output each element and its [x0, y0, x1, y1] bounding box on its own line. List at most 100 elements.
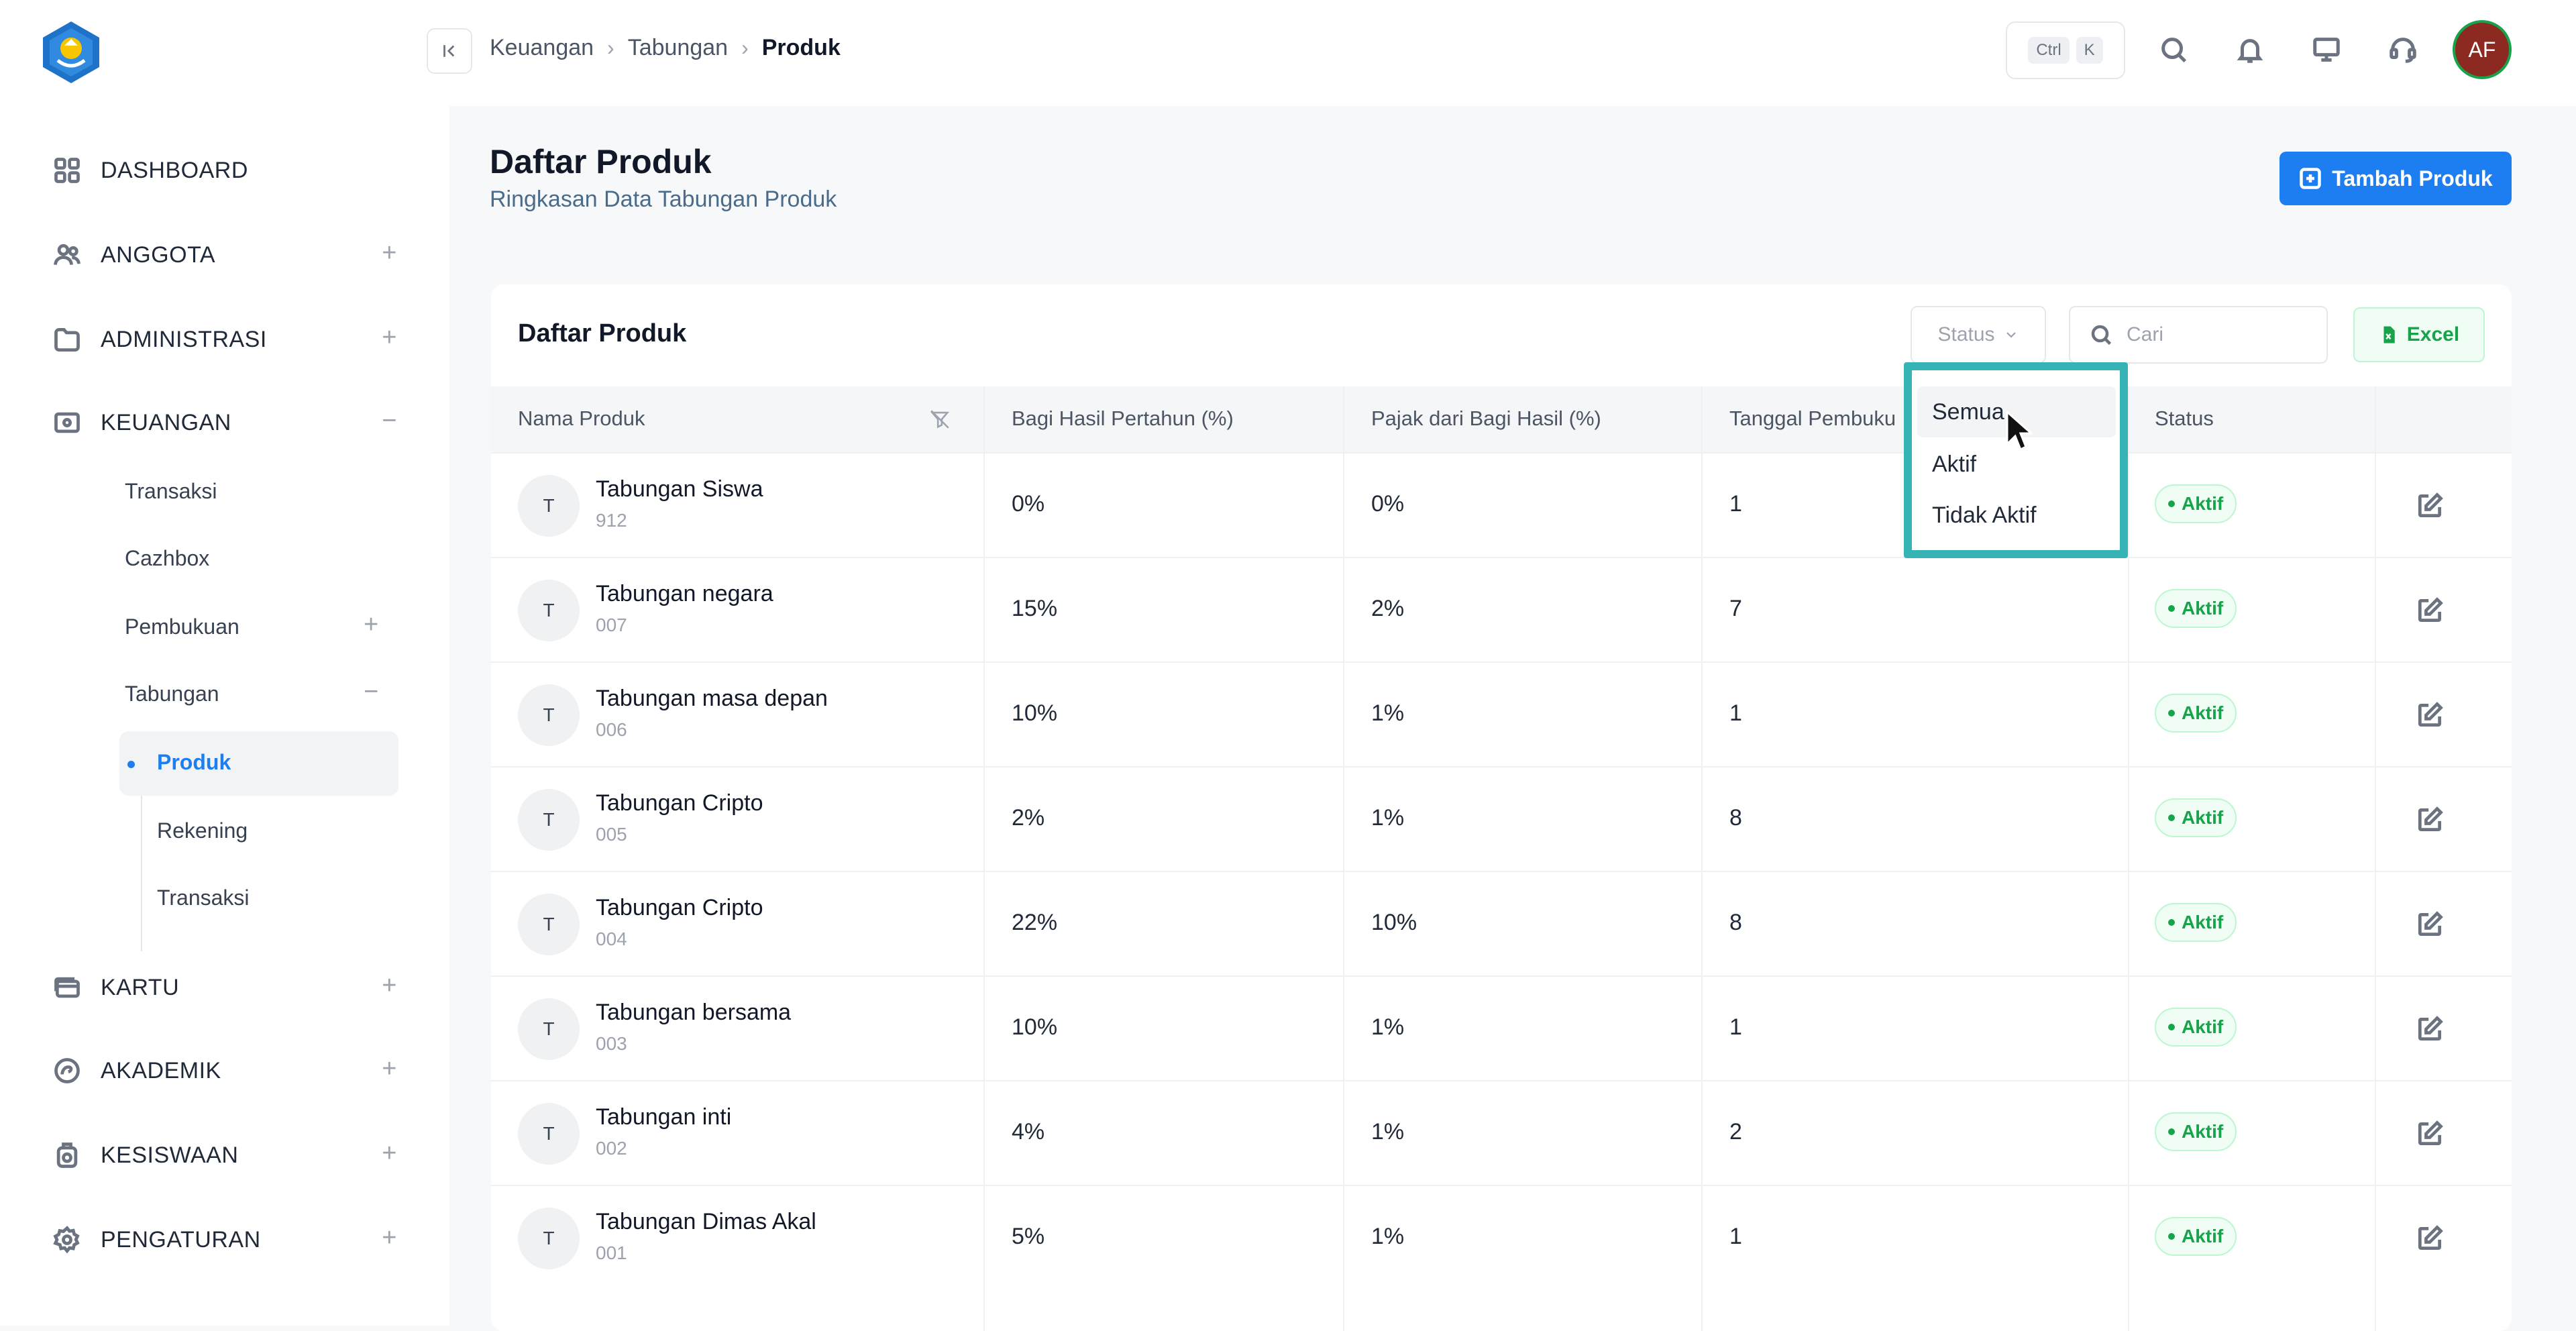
tanggal-value: 2	[1729, 1119, 1742, 1144]
status-text: Aktif	[2182, 598, 2224, 619]
status-dot-icon	[2168, 500, 2175, 507]
nav-kesiswaan[interactable]: KESISWAAN +	[51, 1135, 400, 1175]
bagi-hasil-value: 22%	[1012, 910, 1058, 935]
edit-icon[interactable]	[2415, 1014, 2445, 1044]
bagi-hasil-value: 0%	[1012, 491, 1045, 517]
status-dot-icon	[2168, 919, 2175, 926]
subnav-cazhbox[interactable]: Cazhbox	[125, 546, 209, 571]
subnav-tabungan[interactable]: Tabungan −	[125, 678, 378, 706]
active-dot-icon	[127, 761, 135, 768]
product-code: 001	[596, 1242, 627, 1263]
nav-kartu[interactable]: KARTU +	[51, 967, 400, 1008]
expand-icon[interactable]: +	[382, 1224, 397, 1253]
product-name: Tabungan negara	[596, 581, 773, 606]
bell-icon[interactable]	[2231, 31, 2269, 68]
expand-icon[interactable]: +	[382, 1139, 397, 1168]
nav-label: DASHBOARD	[101, 157, 248, 183]
pajak-value: 1%	[1371, 1224, 1405, 1249]
filter-clear-icon[interactable]	[928, 408, 951, 431]
product-name: Tabungan Cripto	[596, 790, 763, 816]
add-product-button[interactable]: Tambah Produk	[2279, 152, 2512, 205]
col-pajak[interactable]: Pajak dari Bagi Hasil (%)	[1371, 407, 1601, 431]
pajak-value: 1%	[1371, 1119, 1405, 1144]
command-search-shortcut[interactable]: Ctrl K	[2006, 21, 2125, 79]
product-avatar: T	[518, 1103, 580, 1165]
pajak-value: 10%	[1371, 910, 1417, 935]
collapse-icon[interactable]: −	[382, 407, 397, 435]
status-filter-select[interactable]: Status	[1911, 306, 2046, 364]
nav-label: KARTU	[101, 974, 180, 1000]
status-text: Aktif	[2182, 702, 2224, 723]
breadcrumb: Keuangan › Tabungan › Produk	[490, 35, 841, 61]
table-row: T Tabungan Dimas Akal 001 5% 1% 1 Aktif	[491, 1185, 2512, 1289]
product-avatar: T	[518, 789, 580, 851]
search-input[interactable]: Cari	[2069, 306, 2328, 364]
academic-icon	[51, 1055, 83, 1087]
status-badge: Aktif	[2155, 1008, 2237, 1047]
expand-icon[interactable]: +	[382, 1055, 397, 1083]
table-row: T Tabungan Siswa 912 0% 0% 1 Aktif	[491, 452, 2512, 557]
bagi-hasil-value: 2%	[1012, 805, 1045, 831]
tanggal-value: 8	[1729, 805, 1742, 831]
status-dot-icon	[2168, 605, 2175, 612]
col-bagi-hasil[interactable]: Bagi Hasil Pertahun (%)	[1012, 407, 1234, 431]
edit-icon[interactable]	[2415, 1119, 2445, 1149]
subnav-label: Tabungan	[125, 682, 219, 706]
subnav-label: Transaksi	[157, 886, 250, 910]
expand-icon[interactable]: +	[382, 323, 397, 352]
edit-icon[interactable]	[2415, 805, 2445, 835]
nav-akademik[interactable]: AKADEMIK +	[51, 1051, 400, 1091]
subnav-transaksi[interactable]: Transaksi	[125, 479, 217, 504]
nav-pengaturan[interactable]: PENGATURAN +	[51, 1220, 400, 1260]
collapse-icon[interactable]: −	[364, 678, 378, 706]
expand-icon[interactable]: +	[382, 971, 397, 1000]
support-icon[interactable]	[2384, 31, 2422, 68]
subnav-transaksi-tabungan[interactable]: Transaksi	[157, 886, 250, 910]
status-text: Aktif	[2182, 493, 2224, 514]
edit-icon[interactable]	[2415, 1224, 2445, 1253]
tanggal-value: 1	[1729, 1224, 1742, 1249]
expand-icon[interactable]: +	[382, 239, 397, 268]
nav-administrasi[interactable]: ADMINISTRASI +	[51, 319, 400, 360]
add-product-label: Tambah Produk	[2332, 166, 2493, 191]
folder-icon	[51, 323, 83, 356]
subnav-label: Cazhbox	[125, 546, 210, 570]
breadcrumb-keuangan[interactable]: Keuangan	[490, 35, 594, 61]
search-icon[interactable]	[2155, 31, 2192, 68]
product-code: 006	[596, 719, 627, 740]
app-logo[interactable]	[38, 19, 105, 86]
status-dropdown-menu: Semua Aktif Tidak Aktif	[1904, 362, 2128, 558]
monitor-icon[interactable]	[2308, 31, 2345, 68]
status-option-tidak-aktif[interactable]: Tidak Aktif	[1917, 490, 2116, 541]
nav-anggota[interactable]: ANGGOTA +	[51, 235, 400, 275]
expand-icon[interactable]: +	[364, 610, 378, 639]
subnav-rekening[interactable]: Rekening	[157, 818, 248, 843]
tanggal-value: 1	[1729, 491, 1742, 517]
col-nama-produk[interactable]: Nama Produk	[518, 407, 645, 431]
product-code: 007	[596, 615, 627, 635]
status-badge: Aktif	[2155, 589, 2237, 628]
sidebar: DASHBOARD ANGGOTA + ADMINISTRASI + KEUAN…	[0, 0, 449, 1326]
col-tanggal-pembukuan[interactable]: Tanggal Pembuku	[1729, 407, 1896, 431]
user-avatar[interactable]: AF	[2453, 20, 2512, 79]
sidebar-collapse-button[interactable]	[427, 28, 472, 74]
subnav-produk[interactable]: Produk	[157, 750, 231, 775]
edit-icon[interactable]	[2415, 910, 2445, 939]
breadcrumb-tabungan[interactable]: Tabungan	[628, 35, 728, 61]
pajak-value: 1%	[1371, 805, 1405, 831]
product-code: 912	[596, 510, 627, 531]
mouse-cursor-icon	[2006, 411, 2033, 451]
excel-export-button[interactable]: Excel	[2353, 307, 2485, 362]
status-filter-value: Status	[1937, 323, 1995, 345]
edit-icon[interactable]	[2415, 596, 2445, 625]
edit-icon[interactable]	[2415, 700, 2445, 730]
plus-square-icon	[2300, 168, 2322, 189]
nav-keuangan[interactable]: KEUANGAN −	[51, 403, 400, 443]
col-status[interactable]: Status	[2155, 407, 2214, 431]
status-text: Aktif	[2182, 912, 2224, 933]
edit-icon[interactable]	[2415, 491, 2445, 521]
subnav-pembukuan[interactable]: Pembukuan +	[125, 610, 378, 639]
tanggal-value: 8	[1729, 910, 1742, 935]
nav-dashboard[interactable]: DASHBOARD	[51, 150, 400, 191]
card-icon	[51, 971, 83, 1004]
